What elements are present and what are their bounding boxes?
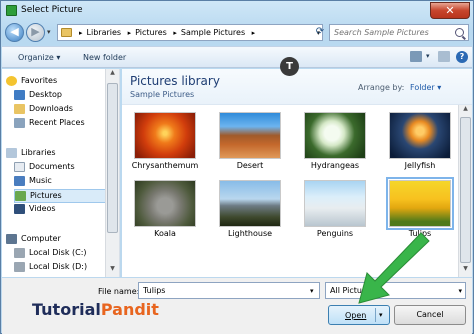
nav-videos[interactable]: Videos <box>14 203 118 217</box>
chevron-down-icon: ▾ <box>458 287 462 295</box>
select-picture-dialog: Select Picture ✕ ◀ ▶ ▾ ▸ Libraries ▸ Pictu… <box>0 0 474 334</box>
videos-icon <box>14 204 25 214</box>
breadcrumb-pictures[interactable]: Pictures <box>135 28 167 37</box>
refresh-icon: ⟳ <box>315 26 325 37</box>
folder-icon <box>61 28 72 37</box>
nav-documents[interactable]: Documents <box>14 161 118 175</box>
thumbnail-caption: Chrysanthemum <box>131 161 199 170</box>
recent-locations-dropdown[interactable]: ▾ <box>47 28 51 36</box>
scroll-down-icon[interactable]: ▼ <box>106 265 119 276</box>
nav-scroll-thumb[interactable] <box>107 83 118 233</box>
search-icon[interactable] <box>455 28 464 37</box>
title-bar: Select Picture ✕ <box>1 1 473 21</box>
thumbnail-caption: Koala <box>154 229 176 238</box>
breadcrumb-sample-pictures[interactable]: Sample Pictures <box>181 28 245 37</box>
star-icon <box>6 76 17 86</box>
back-button[interactable]: ◀ <box>5 23 24 42</box>
navigation-pane: Favorites Desktop Downloads Recent Place… <box>2 69 120 277</box>
disk-icon <box>14 248 25 258</box>
nav-downloads[interactable]: Downloads <box>14 103 118 117</box>
image-preview <box>386 177 454 230</box>
disk-icon <box>14 262 25 272</box>
nav-pictures[interactable]: Pictures <box>14 189 118 203</box>
image-preview <box>389 112 451 159</box>
open-label: Open <box>345 311 367 320</box>
close-button[interactable]: ✕ <box>430 2 470 19</box>
arrange-by-label: Arrange by: <box>358 83 405 92</box>
library-pane: Pictures library Sample Pictures Arrange… <box>122 69 472 277</box>
command-bar: Organize ▾ New folder ▾ ? <box>2 46 472 68</box>
thumbnail-caption: Desert <box>236 161 264 170</box>
library-header: Pictures library Sample Pictures Arrange… <box>122 69 472 105</box>
documents-icon <box>14 162 25 172</box>
file-name-field[interactable] <box>138 282 320 299</box>
scroll-down-icon[interactable]: ▼ <box>459 265 472 276</box>
address-row: ◀ ▶ ▾ ▸ Libraries ▸ Pictures ▸ Sample Pictu… <box>1 22 473 44</box>
app-icon <box>6 5 17 16</box>
library-scrollbar[interactable]: ▲ ▼ <box>458 105 472 277</box>
nav-computer[interactable]: Computer <box>6 233 110 247</box>
new-folder-button[interactable]: New folder <box>83 53 126 62</box>
file-name-dropdown[interactable]: ▾ <box>310 287 314 295</box>
nav-local-disk-c[interactable]: Local Disk (C:) <box>14 247 118 261</box>
forward-arrow-icon: ▶ <box>31 25 40 38</box>
breadcrumb: ▸ Libraries ▸ Pictures ▸ Sample Pictures ▸ <box>79 28 256 37</box>
scroll-up-icon[interactable]: ▲ <box>459 105 472 116</box>
nav-libraries[interactable]: Libraries <box>6 147 110 161</box>
open-options-dropdown[interactable]: ▾ <box>379 311 383 319</box>
desktop-icon <box>14 90 25 100</box>
thumbnail-caption: Tulips <box>408 229 432 238</box>
library-scroll-thumb[interactable] <box>460 117 471 263</box>
nav-music[interactable]: Music <box>14 175 118 189</box>
help-icon[interactable]: ? <box>456 51 468 63</box>
organize-button[interactable]: Organize ▾ <box>18 53 60 62</box>
cancel-button[interactable]: Cancel <box>394 305 466 325</box>
scroll-up-icon[interactable]: ▲ <box>106 69 119 80</box>
image-preview <box>219 112 281 159</box>
library-icon <box>6 148 17 158</box>
brand-logo: TutorialPandit <box>32 300 159 319</box>
image-preview <box>304 112 366 159</box>
image-preview <box>304 180 366 227</box>
brand-badge: T <box>280 57 299 76</box>
nav-desktop[interactable]: Desktop <box>14 89 118 103</box>
pictures-icon <box>15 191 26 201</box>
view-dropdown[interactable]: ▾ <box>426 52 430 60</box>
breadcrumb-libraries[interactable]: Libraries <box>87 28 122 37</box>
downloads-icon <box>14 104 25 114</box>
thumbnail-caption: Penguins <box>316 229 354 238</box>
bottom-panel: TutorialPandit File name: ▾ All Pictures… <box>2 278 472 334</box>
music-icon <box>14 176 25 186</box>
open-button[interactable]: Open ▾ <box>328 305 390 325</box>
nav-scrollbar[interactable]: ▲ ▼ <box>105 69 119 277</box>
nav-recent-places[interactable]: Recent Places <box>14 117 118 131</box>
back-arrow-icon: ◀ <box>10 25 19 38</box>
image-preview <box>219 180 281 227</box>
preview-pane-icon[interactable] <box>438 51 450 62</box>
image-preview <box>134 180 196 227</box>
window-title: Select Picture <box>21 5 83 15</box>
computer-icon <box>6 234 17 244</box>
nav-local-disk-d[interactable]: Local Disk (D:) <box>14 261 118 275</box>
refresh-button[interactable]: ⟳ <box>313 24 327 41</box>
view-icon[interactable] <box>410 51 422 62</box>
file-type-select[interactable]: All Pictures ▾ <box>325 282 466 299</box>
nav-favorites[interactable]: Favorites <box>6 75 110 89</box>
thumbnail-caption: Jellyfish <box>404 161 436 170</box>
search-input[interactable] <box>330 25 448 40</box>
forward-button[interactable]: ▶ <box>26 23 45 42</box>
address-bar[interactable]: ▸ Libraries ▸ Pictures ▸ Sample Pictures ▸ … <box>57 24 323 41</box>
close-icon: ✕ <box>445 4 455 17</box>
thumbnail-caption: Hydrangeas <box>310 161 360 170</box>
file-name-label: File name: <box>98 287 140 296</box>
split-divider <box>375 308 376 322</box>
recent-places-icon <box>14 118 25 128</box>
arrange-by-dropdown[interactable]: Folder ▾ <box>410 83 441 92</box>
file-type-value: All Pictures <box>330 286 375 295</box>
thumbnail-caption: Lighthouse <box>227 229 273 238</box>
library-subtitle[interactable]: Sample Pictures <box>130 90 194 99</box>
image-preview <box>134 112 196 159</box>
library-title: Pictures library <box>130 74 220 88</box>
search-box <box>329 24 469 41</box>
